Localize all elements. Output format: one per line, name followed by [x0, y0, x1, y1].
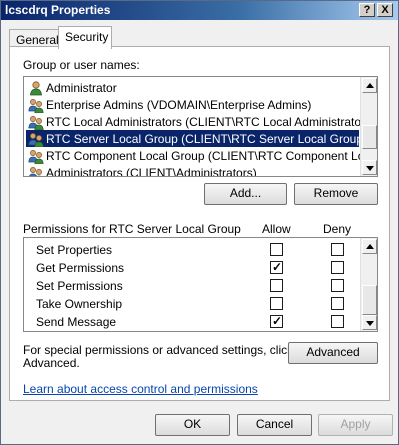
add-button[interactable]: Add...: [204, 183, 287, 205]
deny-checkbox[interactable]: [331, 261, 344, 274]
permission-row: Take Ownership: [36, 295, 256, 312]
list-item[interactable]: RTC Local Administrators (CLIENT\RTC Loc…: [26, 113, 375, 130]
apply-button[interactable]: Apply: [318, 414, 393, 436]
group-icon: [29, 167, 42, 176]
allow-header: Allow: [262, 222, 291, 236]
scroll-down-button[interactable]: [362, 315, 377, 330]
deny-checkbox[interactable]: [331, 297, 344, 310]
scroll-up-button[interactable]: [362, 78, 377, 93]
permission-name: Get Permissions: [36, 261, 125, 275]
permission-name: Send Message: [36, 315, 117, 329]
allow-checkbox[interactable]: [270, 297, 283, 310]
arrow-down-icon: [366, 166, 374, 171]
list-item[interactable]: Administrators (CLIENT\Administrators): [26, 164, 359, 177]
list-item[interactable]: RTC Component Local Group (CLIENT\RTC Co…: [26, 147, 377, 164]
allow-checkbox[interactable]: [270, 243, 283, 256]
properties-dialog: lcscdrq Properties ? X General Security …: [0, 0, 399, 445]
checkmark-icon: ✓: [272, 260, 283, 274]
arrow-up-icon: [366, 83, 374, 88]
permission-name: Set Properties: [36, 243, 113, 257]
permissions-scrollbar[interactable]: [360, 238, 377, 331]
user-name: Administrators (CLIENT\Administrators): [46, 166, 257, 177]
help-button[interactable]: ?: [359, 3, 375, 17]
cancel-button[interactable]: Cancel: [237, 414, 312, 436]
permissions-list[interactable]: Set Properties Get Permissions ✓ Set Per…: [23, 237, 378, 332]
user-name: Administrator: [46, 81, 117, 95]
ok-button[interactable]: OK: [155, 414, 230, 436]
permission-row: Get Permissions: [36, 259, 256, 276]
user-icon: [30, 81, 42, 96]
deny-header: Deny: [323, 222, 352, 236]
permission-name: Set Permissions: [36, 279, 123, 293]
security-tab-panel: Group or user names: Administrator Enter…: [9, 46, 390, 401]
permission-row: Send Message: [36, 313, 256, 330]
scroll-up-button[interactable]: [362, 239, 377, 254]
title-bar[interactable]: lcscdrq Properties ? X: [1, 1, 398, 20]
checkmark-icon: ✓: [272, 314, 283, 328]
user-list[interactable]: Administrator Enterprise Admins (VDOMAIN…: [23, 76, 378, 177]
advanced-hint-line2: Advanced.: [23, 356, 80, 370]
deny-checkbox[interactable]: [331, 315, 344, 328]
user-name: RTC Server Local Group (CLIENT\RTC Serve…: [46, 132, 367, 146]
user-name: Enterprise Admins (VDOMAIN\Enterprise Ad…: [46, 98, 312, 112]
learn-access-control-link[interactable]: Learn about access control and permissio…: [23, 382, 258, 396]
group-icon: [28, 150, 44, 164]
user-name: RTC Component Local Group (CLIENT\RTC Co…: [46, 149, 378, 163]
user-list-scrollbar[interactable]: [360, 77, 377, 176]
group-icon: [28, 133, 44, 147]
permission-row: Set Properties: [36, 241, 256, 258]
window-title: lcscdrq Properties: [5, 3, 111, 17]
allow-checkbox-checked[interactable]: ✓: [270, 260, 283, 274]
deny-checkbox[interactable]: [331, 279, 344, 292]
permission-name: Take Ownership: [36, 297, 123, 311]
arrow-up-icon: [366, 244, 374, 249]
close-button[interactable]: X: [377, 3, 393, 17]
tab-security-label: Security: [65, 30, 109, 44]
permissions-label: Permissions for RTC Server Local Group: [23, 222, 241, 236]
allow-checkbox-checked[interactable]: ✓: [270, 314, 283, 328]
deny-checkbox[interactable]: [331, 243, 344, 256]
advanced-button[interactable]: Advanced: [288, 342, 378, 364]
scroll-thumb[interactable]: [362, 125, 377, 149]
permission-row: Set Permissions: [36, 277, 256, 294]
group-icon: [28, 116, 44, 130]
group-label: Group or user names:: [23, 58, 140, 72]
list-item[interactable]: Enterprise Admins (VDOMAIN\Enterprise Ad…: [26, 96, 359, 113]
remove-button[interactable]: Remove: [294, 183, 378, 205]
scroll-down-button[interactable]: [362, 160, 377, 175]
tab-security[interactable]: Security: [58, 26, 112, 49]
advanced-hint-line1: For special permissions or advanced sett…: [23, 343, 294, 357]
allow-checkbox[interactable]: [270, 279, 283, 292]
scroll-thumb[interactable]: [362, 285, 377, 315]
tab-general-label: General: [16, 33, 59, 47]
user-name: RTC Local Administrators (CLIENT\RTC Loc…: [46, 115, 375, 129]
list-item[interactable]: Administrator: [26, 79, 359, 96]
list-item-selected[interactable]: RTC Server Local Group (CLIENT\RTC Serve…: [26, 130, 367, 147]
group-icon: [28, 99, 44, 113]
arrow-down-icon: [366, 321, 374, 326]
